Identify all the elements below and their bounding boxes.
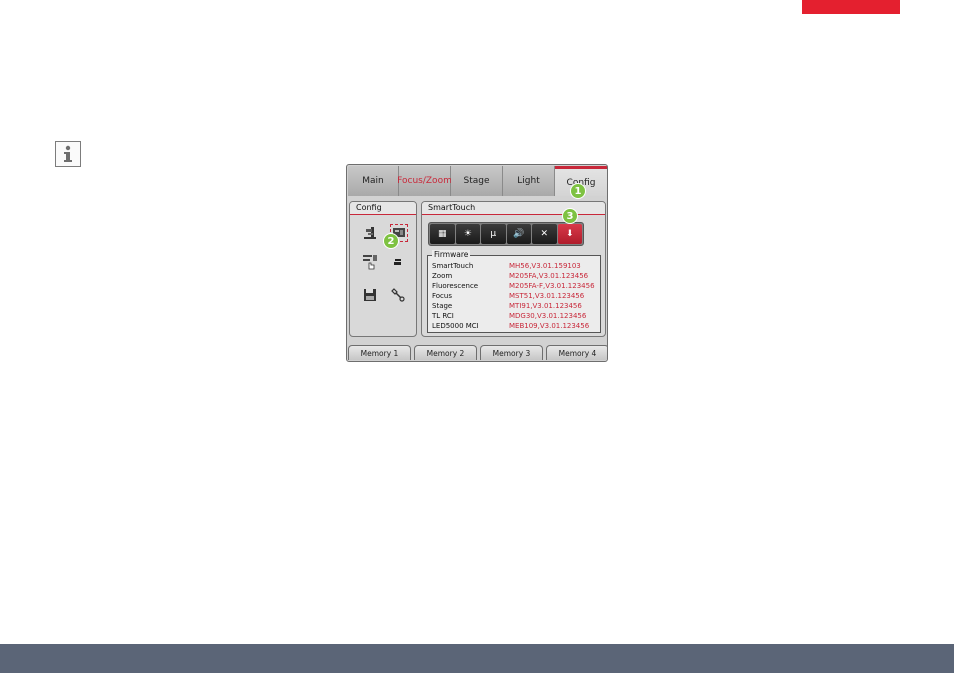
callout-1: 1 [570,183,586,199]
firmware-version: MTI91,V3.01.123456 [509,302,582,310]
firmware-name: LED5000 MCI [432,322,479,330]
firmware-icon[interactable]: ⬇ [557,224,582,244]
tools-icon[interactable]: ✕ [532,224,557,244]
tab-bar: Main Focus/Zoom Stage Light Config [348,166,607,196]
firmware-name: Fluorescence [432,282,479,290]
firmware-version: MEB109,V3.01.123456 [509,322,590,330]
firmware-version: MDG30,V3.01.123456 [509,312,587,320]
firmware-name: Focus [432,292,452,300]
firmware-version: M205FA-F,V3.01.123456 [509,282,595,290]
config-panel: Config [349,201,417,337]
firmware-name: Stage [432,302,453,310]
firmware-version: MH56,V3.01.159103 [509,262,581,270]
tab-main[interactable]: Main [348,166,399,196]
firmware-name: SmartTouch [432,262,474,270]
firmware-box: Firmware SmartTouch MH56,V3.01.159103 Zo… [427,250,601,333]
micro-icon[interactable]: μ [481,224,506,244]
header-accent-tab [802,0,900,14]
firmware-name: TL RCI [432,312,454,320]
firmware-version: M205FA,V3.01.123456 [509,272,589,280]
touch-menu-icon[interactable] [362,254,378,270]
memory-1-button[interactable]: Memory 1 [348,345,411,360]
smarttouch-panel: SmartTouch ▦ ☀ μ 🔊 ✕ ⬇ Firmware SmartTou… [421,201,606,337]
smarttouch-toolbar: ▦ ☀ μ 🔊 ✕ ⬇ [428,222,584,246]
memory-2-button[interactable]: Memory 2 [414,345,477,360]
wrench-icon[interactable] [390,287,406,303]
save-icon[interactable] [362,287,378,303]
brightness-icon[interactable]: ☀ [455,224,480,244]
info-icon [55,141,81,167]
memory-3-button[interactable]: Memory 3 [480,345,543,360]
stack-icon[interactable] [390,254,406,270]
memory-4-button[interactable]: Memory 4 [546,345,607,360]
tab-stage[interactable]: Stage [451,166,503,196]
firmware-legend: Firmware [432,250,471,259]
tab-light[interactable]: Light [503,166,555,196]
layout-icon[interactable]: ▦ [430,224,455,244]
callout-2: 2 [383,233,399,249]
memory-bar: Memory 1 Memory 2 Memory 3 Memory 4 [348,345,607,361]
smarttouch-screen: Main Focus/Zoom Stage Light Config Confi… [346,164,608,362]
firmware-name: Zoom [432,272,453,280]
callout-3: 3 [562,208,578,224]
config-panel-title: Config [350,202,416,215]
speaker-icon[interactable]: 🔊 [506,224,531,244]
tab-focus-zoom[interactable]: Focus/Zoom [397,166,452,196]
firmware-version: MST51,V3.01.123456 [509,292,585,300]
microscope-icon[interactable] [362,224,378,240]
footer-bar [0,644,954,673]
